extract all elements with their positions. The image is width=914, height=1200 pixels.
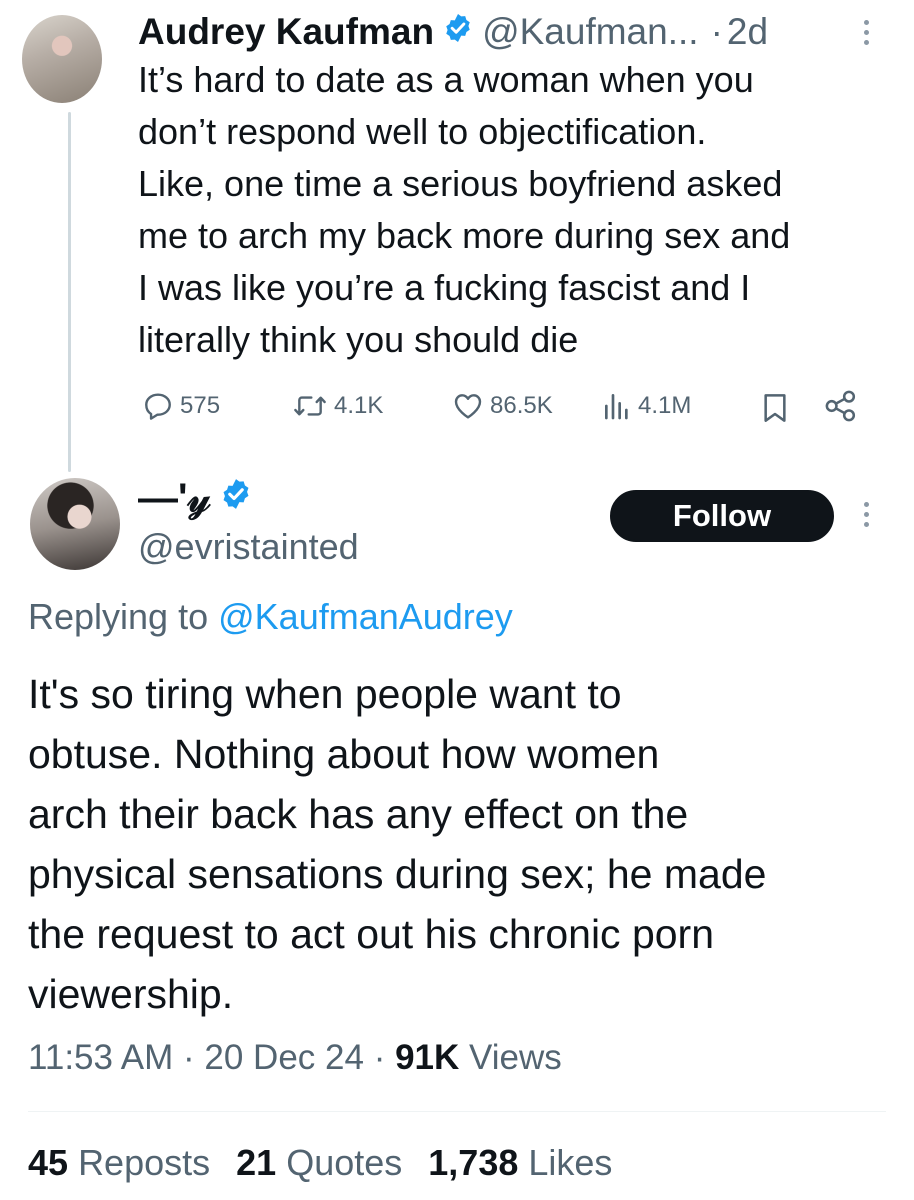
bookmark-icon xyxy=(764,394,786,422)
share-icon xyxy=(825,390,856,422)
quotes-label: Quotes xyxy=(286,1142,403,1183)
reply-button[interactable]: 575 xyxy=(142,390,220,422)
parent-tweet-text: It’s hard to date as a woman when you do… xyxy=(138,59,791,360)
likes-count: 1,738 xyxy=(428,1142,519,1183)
header-separator: · xyxy=(710,11,723,52)
quotes-count: 21 xyxy=(236,1142,277,1183)
views-total-count: 91K xyxy=(395,1038,460,1077)
reposts-count: 45 xyxy=(28,1142,69,1183)
views-label: Views xyxy=(469,1038,562,1077)
bookmark-button[interactable] xyxy=(760,392,790,424)
reply-author-name[interactable]: —ʹ𝓎 xyxy=(138,476,211,521)
meta-separator: · xyxy=(183,1038,195,1077)
replying-to-handle-link[interactable]: @KaufmanAudrey xyxy=(218,596,513,637)
more-icon[interactable] xyxy=(861,502,871,527)
reply-author-avatar[interactable] xyxy=(30,478,120,570)
likes-stat[interactable]: 1,738 Likes xyxy=(428,1142,612,1184)
verified-badge-icon xyxy=(219,476,253,521)
reposts-label: Reposts xyxy=(78,1142,211,1183)
meta-separator: · xyxy=(373,1038,386,1077)
views-button[interactable]: 4.1M xyxy=(602,390,691,422)
repost-button[interactable]: 4.1K xyxy=(292,390,383,422)
thread-connector-line xyxy=(68,112,71,472)
tweet-meta-row: 11:53 AM · 20 Dec 24 · 91K Views xyxy=(28,1038,562,1078)
parent-author-name[interactable]: Audrey Kaufman xyxy=(138,11,434,53)
verified-badge-icon xyxy=(442,11,474,53)
like-count: 86.5K xyxy=(490,392,553,419)
reply-author-handle[interactable]: @evristainted xyxy=(138,526,359,568)
views-icon xyxy=(605,394,628,420)
parent-timestamp[interactable]: 2d xyxy=(727,11,768,53)
reposts-stat[interactable]: 45 Reposts xyxy=(28,1142,210,1184)
parent-author-handle[interactable]: @Kaufman... xyxy=(482,11,699,53)
engagement-stats-row: 45 Reposts 21 Quotes 1,738 Likes xyxy=(28,1142,638,1184)
replying-to-prefix: Replying to xyxy=(28,596,219,637)
reply-icon xyxy=(145,393,171,420)
like-icon xyxy=(454,394,482,419)
repost-count: 4.1K xyxy=(334,392,384,419)
reply-tweet-text: It's so tiring when people want to obtus… xyxy=(28,671,767,1017)
follow-button[interactable]: Follow xyxy=(610,490,834,542)
reply-author-name-row: —ʹ𝓎 xyxy=(138,470,261,526)
views-count: 4.1M xyxy=(638,392,692,419)
tweet-time[interactable]: 11:53 AM xyxy=(28,1038,173,1077)
reply-count: 575 xyxy=(180,392,221,419)
more-icon[interactable] xyxy=(861,20,871,45)
parent-tweet-header: Audrey Kaufman @Kaufman... · 2d xyxy=(138,6,768,58)
quotes-stat[interactable]: 21 Quotes xyxy=(236,1142,402,1184)
share-button[interactable] xyxy=(823,390,859,422)
replying-to-line: Replying to @KaufmanAudrey xyxy=(28,596,513,638)
divider xyxy=(28,1111,886,1112)
tweet-date[interactable]: 20 Dec 24 xyxy=(204,1038,364,1077)
likes-label: Likes xyxy=(528,1142,613,1183)
parent-author-avatar[interactable] xyxy=(22,15,102,103)
repost-icon xyxy=(294,396,326,416)
like-button[interactable]: 86.5K xyxy=(452,390,553,422)
